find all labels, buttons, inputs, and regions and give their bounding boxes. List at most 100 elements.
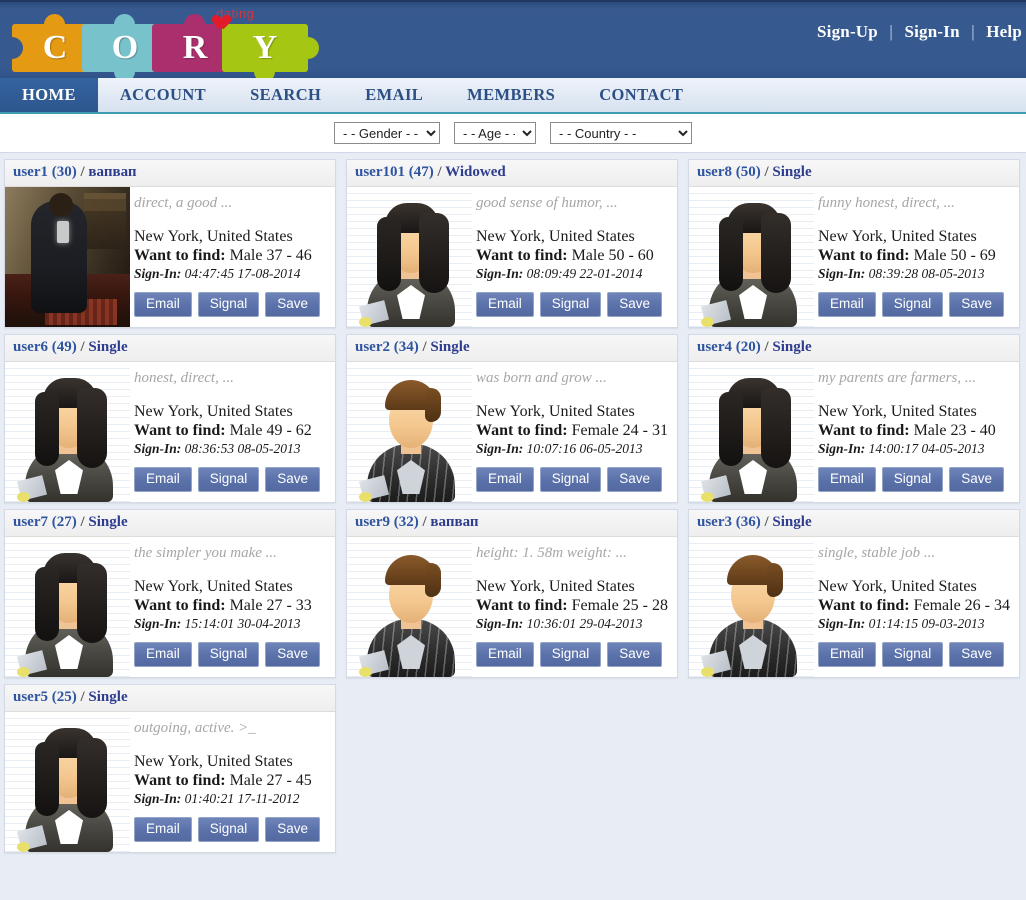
email-button[interactable]: Email: [134, 467, 192, 492]
logo-puzzle-piece-y: Y: [222, 24, 319, 78]
sign-in-link[interactable]: Sign-In: [904, 22, 959, 41]
email-button[interactable]: Email: [134, 817, 192, 842]
save-button[interactable]: Save: [949, 642, 1005, 667]
profile-card-body: the simpler you make ... New York, United…: [5, 537, 335, 677]
site-logo[interactable]: C O R Y dating: [1, 6, 319, 78]
email-button[interactable]: Email: [476, 642, 534, 667]
save-button[interactable]: Save: [607, 467, 663, 492]
profile-avatar-female[interactable]: [5, 712, 130, 852]
gender-filter-select[interactable]: - - Gender - -: [334, 122, 440, 144]
profile-signin: Sign-In: 01:14:15 09-03-2013: [818, 616, 1011, 632]
email-button[interactable]: Email: [818, 642, 876, 667]
profile-avatar-female[interactable]: [689, 362, 814, 502]
profile-avatar-female[interactable]: [689, 187, 814, 327]
sign-in-value: 01:14:15 09-03-2013: [868, 616, 985, 631]
want-to-find-label: Want to find:: [818, 597, 910, 614]
sign-in-label: Sign-In:: [134, 616, 182, 631]
profile-location: New York, United States: [476, 578, 635, 595]
profile-avatar-female[interactable]: [347, 187, 472, 327]
save-button[interactable]: Save: [265, 642, 321, 667]
link-separator-2: |: [971, 22, 975, 41]
profile-actions: Email Signal Save: [134, 817, 327, 842]
profile-status: Single: [772, 339, 812, 355]
signal-button[interactable]: Signal: [197, 642, 260, 667]
profile-location: New York, United States: [476, 403, 635, 420]
profile-username: user1: [13, 164, 48, 180]
email-button[interactable]: Email: [818, 467, 876, 492]
profile-signin: Sign-In: 14:00:17 04-05-2013: [818, 441, 1011, 457]
profile-status: вапвап: [430, 514, 479, 530]
profile-card[interactable]: user2 (34) / Single was born and grow ...…: [346, 334, 678, 503]
nav-item-contact[interactable]: CONTACT: [577, 78, 705, 112]
profile-card[interactable]: user1 (30) / вапвап direct, a good ... New…: [4, 159, 336, 328]
profile-info: was born and grow ... New York, United St…: [472, 362, 677, 502]
profile-want-to-find: Want to find: Male 27 - 33: [134, 597, 327, 615]
signal-button[interactable]: Signal: [197, 467, 260, 492]
profile-card[interactable]: user4 (20) / Single my parents are farmer…: [688, 334, 1020, 503]
nav-item-email[interactable]: EMAIL: [343, 78, 445, 112]
profile-card-body: height: 1. 58m weight: ... New York, Unit…: [347, 537, 677, 677]
save-button[interactable]: Save: [265, 467, 321, 492]
sign-in-label: Sign-In:: [476, 441, 524, 456]
signal-button[interactable]: Signal: [539, 467, 602, 492]
profile-age: (49): [48, 339, 77, 355]
profile-card[interactable]: user3 (36) / Single single, stable job ..…: [688, 509, 1020, 678]
profile-avatar-male[interactable]: [347, 362, 472, 502]
country-filter-select[interactable]: - - Country - -: [550, 122, 692, 144]
nav-item-home[interactable]: HOME: [0, 78, 98, 112]
profile-card-body: was born and grow ... New York, United St…: [347, 362, 677, 502]
profile-card[interactable]: user8 (50) / Single funny honest, direct,…: [688, 159, 1020, 328]
save-button[interactable]: Save: [607, 292, 663, 317]
sign-in-label: Sign-In:: [134, 441, 182, 456]
profile-card-body: single, stable job ... New York, United S…: [689, 537, 1019, 677]
profile-avatar-male[interactable]: [689, 537, 814, 677]
nav-item-search[interactable]: SEARCH: [228, 78, 343, 112]
want-to-find-label: Want to find:: [476, 422, 568, 439]
profile-age: (27): [48, 514, 77, 530]
save-button[interactable]: Save: [265, 292, 321, 317]
save-button[interactable]: Save: [265, 817, 321, 842]
profile-avatar-female[interactable]: [5, 362, 130, 502]
sign-in-value: 08:39:28 08-05-2013: [868, 266, 985, 281]
save-button[interactable]: Save: [949, 292, 1005, 317]
sign-up-link[interactable]: Sign-Up: [817, 22, 878, 41]
profile-info: my parents are farmers, ... New York, Uni…: [814, 362, 1019, 502]
profile-card-body: honest, direct, ... New York, United Stat…: [5, 362, 335, 502]
signal-button[interactable]: Signal: [881, 292, 944, 317]
email-button[interactable]: Email: [476, 292, 534, 317]
sign-in-value: 08:09:49 22-01-2014: [526, 266, 643, 281]
signal-button[interactable]: Signal: [539, 292, 602, 317]
profile-tagline: my parents are farmers, ...: [818, 370, 977, 386]
email-button[interactable]: Email: [818, 292, 876, 317]
save-button[interactable]: Save: [607, 642, 663, 667]
profile-avatar-male[interactable]: [347, 537, 472, 677]
email-button[interactable]: Email: [134, 642, 192, 667]
email-button[interactable]: Email: [134, 292, 192, 317]
sign-in-value: 08:36:53 08-05-2013: [184, 441, 301, 456]
profile-card-header: user7 (27) / Single: [5, 510, 335, 537]
save-button[interactable]: Save: [949, 467, 1005, 492]
signal-button[interactable]: Signal: [197, 292, 260, 317]
profile-actions: Email Signal Save: [134, 292, 327, 317]
email-button[interactable]: Email: [476, 467, 534, 492]
signal-button[interactable]: Signal: [539, 642, 602, 667]
profile-card[interactable]: user9 (32) / вапвап height: 1. 58m weight…: [346, 509, 678, 678]
profile-tagline: was born and grow ...: [476, 370, 607, 386]
nav-item-members[interactable]: MEMBERS: [445, 78, 577, 112]
signal-button[interactable]: Signal: [881, 467, 944, 492]
nav-item-account[interactable]: ACCOUNT: [98, 78, 228, 112]
profile-card[interactable]: user101 (47) / Widowed good sense of humo…: [346, 159, 678, 328]
signal-button[interactable]: Signal: [881, 642, 944, 667]
profile-avatar-female[interactable]: [5, 537, 130, 677]
age-filter-select[interactable]: - - Age - -: [454, 122, 536, 144]
profile-card[interactable]: user7 (27) / Single the simpler you make …: [4, 509, 336, 678]
profile-status: Single: [772, 164, 812, 180]
profile-username: user2: [355, 339, 390, 355]
profile-card[interactable]: user5 (25) / Single outgoing, active. >_ N…: [4, 684, 336, 853]
help-link[interactable]: Help: [986, 22, 1022, 41]
profile-grid: user1 (30) / вапвап direct, a good ... New…: [0, 153, 1026, 853]
profile-card[interactable]: user6 (49) / Single honest, direct, ... Ne…: [4, 334, 336, 503]
profile-tagline: the simpler you make ...: [134, 545, 277, 561]
signal-button[interactable]: Signal: [197, 817, 260, 842]
profile-photo[interactable]: [5, 187, 130, 327]
